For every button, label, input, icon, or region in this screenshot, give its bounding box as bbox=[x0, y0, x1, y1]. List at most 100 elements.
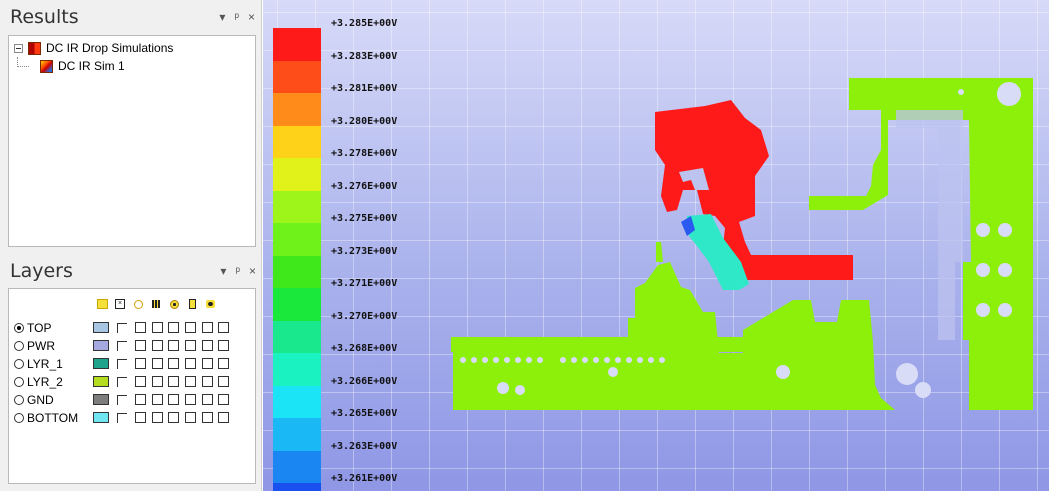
via-dot bbox=[615, 357, 621, 363]
layer-name: GND bbox=[27, 392, 54, 407]
layer-object-checkbox[interactable] bbox=[218, 322, 230, 333]
active-layer-radio[interactable] bbox=[14, 412, 24, 423]
layer-object-checkbox[interactable] bbox=[218, 394, 230, 405]
layer-object-checkbox[interactable] bbox=[135, 358, 146, 369]
layer-object-checkbox[interactable] bbox=[168, 412, 180, 423]
layer-object-checkbox[interactable] bbox=[185, 412, 197, 423]
layer-object-checkbox[interactable] bbox=[185, 376, 197, 387]
layer-object-checkbox[interactable] bbox=[151, 358, 163, 369]
layer-object-checkbox[interactable] bbox=[201, 376, 213, 387]
fill-icon[interactable]: × bbox=[111, 297, 129, 311]
layer-object-checkbox[interactable] bbox=[185, 322, 197, 333]
active-layer-radio[interactable] bbox=[14, 358, 24, 369]
via-dot bbox=[608, 367, 618, 377]
hole-icon[interactable] bbox=[183, 297, 201, 311]
active-layer-radio[interactable] bbox=[14, 340, 24, 351]
via-dot bbox=[997, 82, 1021, 106]
via-dot bbox=[637, 357, 643, 363]
layer-color-swatch[interactable] bbox=[93, 412, 109, 423]
layer-visibility-toggle[interactable] bbox=[117, 376, 127, 387]
layer-color-swatch[interactable] bbox=[93, 340, 109, 351]
via-dot bbox=[482, 357, 488, 363]
via-dot bbox=[896, 363, 918, 385]
layer-row-bottom[interactable]: BOTTOM bbox=[9, 409, 255, 426]
layer-object-checkbox[interactable] bbox=[168, 358, 180, 369]
layer-object-checkbox[interactable] bbox=[201, 394, 213, 405]
layer-object-checkbox[interactable] bbox=[135, 412, 146, 423]
tree-item-dc-ir-sim-1[interactable]: DC IR Sim 1 bbox=[40, 58, 125, 74]
layer-object-checkbox[interactable] bbox=[185, 394, 197, 405]
results-pin-icon[interactable]: ᵖ bbox=[234, 10, 239, 24]
layer-row-top[interactable]: TOP bbox=[9, 319, 255, 336]
results-close-icon[interactable]: × bbox=[248, 10, 255, 24]
layers-close-icon[interactable]: × bbox=[249, 264, 256, 278]
layer-object-checkbox[interactable] bbox=[201, 358, 213, 369]
layer-object-checkbox[interactable] bbox=[168, 376, 180, 387]
via-dot bbox=[776, 365, 790, 379]
layer-visibility-toggle[interactable] bbox=[117, 358, 127, 369]
voltage-map-canvas[interactable]: +3.285E+00V +3.283E+00V +3.281E+00V +3.280E… bbox=[263, 0, 1049, 491]
via-icon[interactable] bbox=[129, 297, 147, 311]
layer-object-checkbox[interactable] bbox=[135, 394, 146, 405]
pcb-voltage-plot[interactable] bbox=[263, 0, 1049, 491]
via-dot bbox=[526, 357, 532, 363]
via-dot bbox=[998, 223, 1012, 237]
layer-color-swatch[interactable] bbox=[93, 322, 109, 333]
hot-region bbox=[655, 100, 853, 280]
collapse-icon[interactable] bbox=[14, 43, 23, 53]
layer-object-checkbox[interactable] bbox=[151, 412, 163, 423]
trace-icon[interactable] bbox=[93, 297, 111, 311]
via-dot bbox=[471, 357, 477, 363]
layer-name: LYR_1 bbox=[27, 356, 63, 371]
layers-pin-icon[interactable]: ᵖ bbox=[235, 264, 240, 278]
layer-row-gnd[interactable]: GND bbox=[9, 391, 255, 408]
layer-color-swatch[interactable] bbox=[93, 376, 109, 387]
layer-object-checkbox[interactable] bbox=[151, 322, 163, 333]
layer-row-pwr[interactable]: PWR bbox=[9, 337, 255, 354]
layer-visibility-toggle[interactable] bbox=[117, 340, 127, 351]
layer-object-checkbox[interactable] bbox=[201, 340, 213, 351]
layer-object-checkbox[interactable] bbox=[185, 358, 197, 369]
layer-object-checkbox[interactable] bbox=[135, 376, 146, 387]
active-layer-radio[interactable] bbox=[14, 376, 24, 387]
layer-object-checkbox[interactable] bbox=[168, 394, 180, 405]
layer-object-checkbox[interactable] bbox=[168, 340, 180, 351]
simulations-folder-icon bbox=[28, 41, 41, 55]
via-dot bbox=[915, 382, 931, 398]
pin-icon[interactable] bbox=[147, 297, 165, 311]
layer-object-checkbox[interactable] bbox=[151, 340, 163, 351]
layer-object-checkbox[interactable] bbox=[218, 376, 230, 387]
layer-visibility-toggle[interactable] bbox=[117, 412, 127, 423]
layer-column-icons: × bbox=[93, 297, 219, 311]
layer-object-checkbox[interactable] bbox=[168, 322, 180, 333]
via-dot bbox=[976, 223, 990, 237]
component-icon[interactable] bbox=[201, 297, 219, 311]
layer-object-checkbox[interactable] bbox=[218, 358, 230, 369]
via-dot bbox=[976, 303, 990, 317]
layer-object-checkbox[interactable] bbox=[151, 376, 163, 387]
active-layer-radio[interactable] bbox=[14, 322, 24, 333]
layer-color-swatch[interactable] bbox=[93, 358, 109, 369]
layer-row-lyr-2[interactable]: LYR_2 bbox=[9, 373, 255, 390]
active-layer-radio[interactable] bbox=[14, 394, 24, 405]
layer-object-checkbox[interactable] bbox=[135, 340, 146, 351]
layers-dropdown-icon[interactable]: ▾ bbox=[220, 264, 226, 278]
via-dot bbox=[998, 303, 1012, 317]
layer-object-checkbox[interactable] bbox=[218, 340, 230, 351]
plane-right-notch bbox=[896, 110, 963, 340]
pad-icon[interactable] bbox=[165, 297, 183, 311]
results-dropdown-icon[interactable]: ▾ bbox=[219, 10, 225, 24]
layer-visibility-toggle[interactable] bbox=[117, 394, 127, 405]
layer-visibility-toggle[interactable] bbox=[117, 322, 127, 333]
layer-object-checkbox[interactable] bbox=[151, 394, 163, 405]
layer-object-checkbox[interactable] bbox=[201, 412, 213, 423]
layer-object-checkbox[interactable] bbox=[185, 340, 197, 351]
layer-row-lyr-1[interactable]: LYR_1 bbox=[9, 355, 255, 372]
layer-object-checkbox[interactable] bbox=[218, 412, 230, 423]
layer-object-checkbox[interactable] bbox=[135, 322, 146, 333]
layer-color-swatch[interactable] bbox=[93, 394, 109, 405]
via-dot bbox=[515, 385, 525, 395]
layer-object-checkbox[interactable] bbox=[201, 322, 213, 333]
tree-item-dc-ir-drop-simulations[interactable]: DC IR Drop Simulations bbox=[14, 40, 173, 56]
via-dot bbox=[604, 357, 610, 363]
